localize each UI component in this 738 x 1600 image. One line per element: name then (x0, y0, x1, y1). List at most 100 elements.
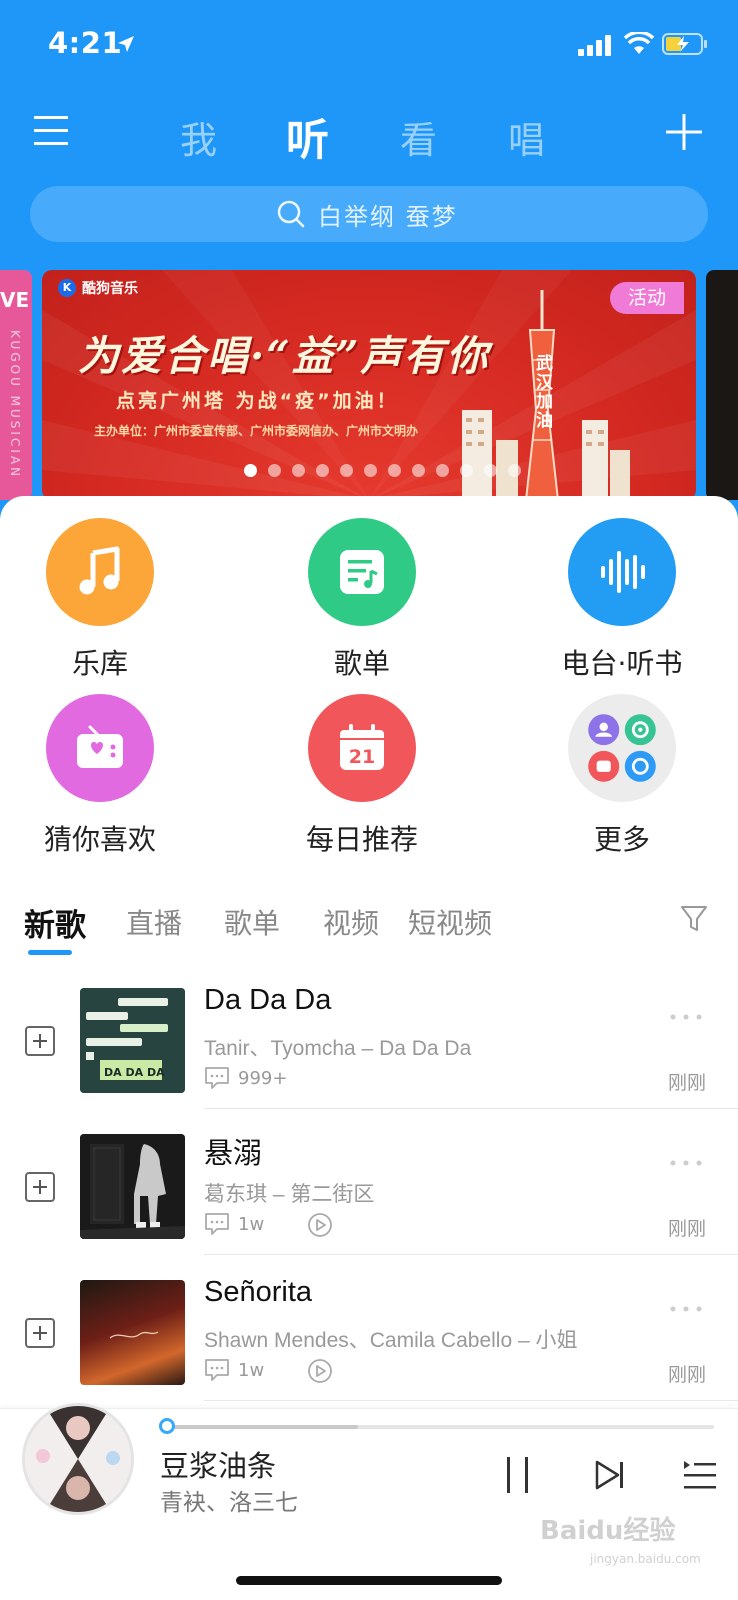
pause-icon[interactable] (503, 1455, 533, 1495)
next-track-icon[interactable] (594, 1459, 626, 1491)
pagination-dot[interactable] (508, 464, 521, 477)
menu-icon[interactable] (34, 114, 70, 148)
progress-fill (166, 1425, 358, 1429)
song-artist: Shawn Mendes、Camila Cabello – 小姐 (204, 1329, 578, 1352)
nav-tab-sing[interactable]: 唱 (508, 110, 545, 164)
song-title: Da Da Da (204, 984, 332, 1016)
playlists-circle (308, 518, 416, 626)
pagination-dot[interactable] (388, 464, 401, 477)
tab-new-songs[interactable]: 新歌 (24, 900, 86, 945)
quick-item-daily-recommend[interactable]: 21 每日推荐 (262, 694, 462, 858)
tab-videos[interactable]: 视频 (323, 902, 379, 942)
nav-tab-watch[interactable]: 看 (400, 110, 437, 164)
add-to-playlist-button[interactable] (25, 1026, 55, 1056)
nav-tab-listen[interactable]: 听 (286, 106, 329, 168)
content-tabs: 新歌 直播 歌单 视频 短视频 (0, 900, 738, 960)
filter-icon[interactable] (680, 904, 708, 934)
home-indicator[interactable] (236, 1576, 502, 1585)
kugou-k-icon: K (58, 279, 76, 297)
banner-pagination (244, 464, 521, 477)
search-icon (277, 200, 305, 228)
pagination-dot[interactable] (436, 464, 449, 477)
calendar-icon: 21 (340, 724, 384, 770)
pagination-dot[interactable] (460, 464, 473, 477)
now-playing-artist: 青袂、洛三七 (160, 1490, 298, 1516)
song-row[interactable]: 悬溺 葛东琪 – 第二街区 1w 刚刚 (0, 1128, 738, 1274)
banner-activity-badge: 活动 (610, 282, 684, 314)
comment-icon[interactable] (204, 1066, 230, 1090)
row-divider (204, 1108, 738, 1109)
song-artist: Tanir、Tyomcha – Da Da Da (204, 1037, 472, 1060)
pagination-dot[interactable] (316, 464, 329, 477)
calendar-date: 21 (349, 746, 375, 768)
pagination-dot[interactable] (412, 464, 425, 477)
header-area: 4:21 我 听 看 唱 白举纲 蚕梦 VE KUGOU MUSICIAN 武汉… (0, 0, 738, 520)
play-mv-icon[interactable] (307, 1358, 333, 1384)
kugou-logo-text: 酷狗音乐 (82, 281, 138, 297)
song-row[interactable]: Señorita Shawn Mendes、Camila Cabello – 小… (0, 1274, 738, 1420)
quick-item-label: 每日推荐 (305, 823, 418, 856)
banner-subtitle: 点亮广州塔 为战“疫”加油！ (116, 390, 399, 412)
quick-item-label: 乐库 (71, 647, 128, 680)
radio-circle (568, 518, 676, 626)
quick-item-more[interactable]: 更多 (522, 694, 722, 858)
song-cover (80, 1280, 185, 1385)
quick-item-radio[interactable]: 电台·听书 (522, 518, 722, 682)
location-arrow-icon (118, 36, 134, 52)
library-circle (46, 518, 154, 626)
pagination-dot[interactable] (340, 464, 353, 477)
guess-circle (46, 694, 154, 802)
song-cover (80, 1134, 185, 1239)
song-time: 刚刚 (668, 1364, 707, 1386)
status-bar: 4:21 (0, 0, 738, 90)
comment-icon[interactable] (204, 1358, 230, 1382)
quick-item-guess-you-like[interactable]: 猜你喜欢 (0, 694, 200, 858)
playlist-queue-icon[interactable] (682, 1459, 716, 1491)
more-options-icon[interactable] (668, 1012, 704, 1022)
progress-knob[interactable] (159, 1418, 175, 1434)
comment-icon[interactable] (204, 1212, 230, 1236)
pagination-dot[interactable] (292, 464, 305, 477)
cover-caption: DA DA DA (104, 1066, 165, 1079)
tab-live[interactable]: 直播 (126, 902, 182, 942)
song-row[interactable]: DA DA DA Da Da Da Tanir、Tyomcha – Da Da … (0, 982, 738, 1128)
add-to-playlist-button[interactable] (25, 1172, 55, 1202)
comment-count: 1w (238, 1214, 265, 1235)
sound-wave-icon (601, 551, 645, 593)
song-cover: DA DA DA (80, 988, 185, 1093)
banner-title: 为爱合唱·“益”声有你 (78, 332, 490, 380)
tab-short-videos[interactable]: 短视频 (408, 902, 492, 942)
add-to-playlist-button[interactable] (25, 1318, 55, 1348)
top-nav: 我 听 看 唱 (0, 100, 738, 170)
quick-item-library[interactable]: 乐库 (0, 518, 200, 682)
more-options-icon[interactable] (668, 1158, 704, 1168)
banner-organizers: 主办单位：广州市委宣传部、广州市委网信办、广州市文明办 (94, 424, 419, 438)
promo-banner[interactable]: 武汉加油 K 酷狗音乐 为爱合唱·“益”声有你 点亮广州塔 为战“疫”加油！ 主… (42, 270, 696, 500)
song-time: 刚刚 (668, 1218, 707, 1240)
xuanni-cover-art (80, 1134, 185, 1239)
mini-player[interactable]: 豆浆油条 青袂、洛三七 (0, 1403, 738, 1600)
now-playing-cover[interactable] (22, 1403, 134, 1515)
play-mv-icon[interactable] (307, 1212, 333, 1238)
pagination-dot[interactable] (364, 464, 377, 477)
quick-item-playlists[interactable]: 歌单 (262, 518, 462, 682)
comment-count: 1w (238, 1360, 265, 1381)
search-placeholder: 白举纲 蚕梦 (318, 203, 458, 231)
progress-track[interactable] (166, 1425, 714, 1429)
pagination-dot[interactable] (484, 464, 497, 477)
senorita-cover-art (109, 1331, 159, 1339)
banner-prev-card[interactable]: VE KUGOU MUSICIAN (0, 270, 32, 500)
search-bar[interactable]: 白举纲 蚕梦 (30, 186, 708, 242)
pagination-dot[interactable] (268, 464, 281, 477)
now-playing-cover-art (25, 1406, 131, 1512)
battery-charging-icon (662, 33, 707, 55)
add-icon[interactable] (666, 114, 702, 150)
banner-next-card[interactable] (706, 270, 738, 500)
song-title: 悬溺 (204, 1138, 263, 1170)
tab-playlists[interactable]: 歌单 (224, 902, 280, 942)
quick-item-label: 更多 (593, 823, 650, 856)
more-options-icon[interactable] (668, 1304, 704, 1314)
nav-tab-me[interactable]: 我 (180, 110, 217, 164)
song-time: 刚刚 (668, 1072, 707, 1094)
pagination-dot[interactable] (244, 464, 257, 477)
